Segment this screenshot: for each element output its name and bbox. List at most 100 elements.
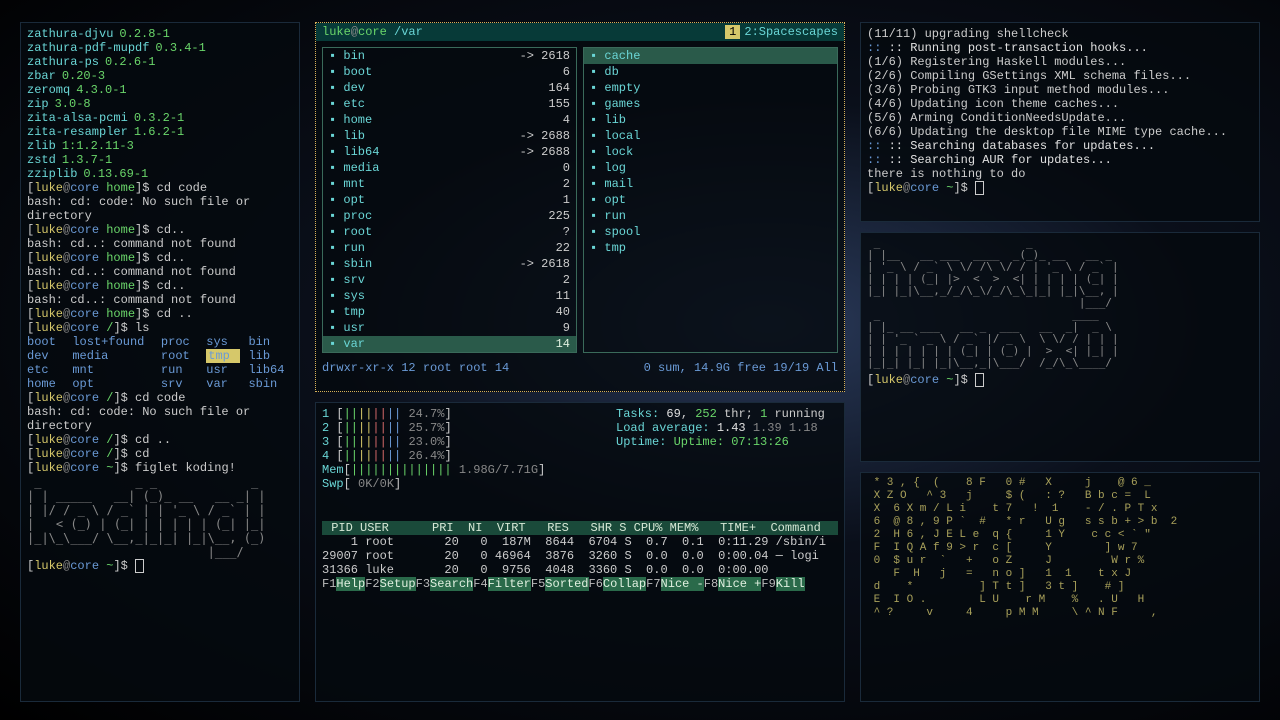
prompt-line: [luke@core ~]$ figlet koding!	[27, 461, 293, 475]
ranger-header: luke@core /var 12:Spacescapes	[316, 23, 844, 41]
ranger-row[interactable]: ▪ media0	[323, 160, 576, 176]
prompt-line: [luke@core home]$ cd..	[27, 223, 293, 237]
process-row[interactable]: 1 root 20 0 187M 8644 6704 S 0.7 0.1 0:1…	[322, 535, 838, 549]
ls-item: var	[206, 377, 240, 391]
package-line: zlib1:1.2.11-3	[27, 139, 293, 153]
package-line: zathura-djvu0.2.8-1	[27, 27, 293, 41]
ls-item: lib64	[248, 363, 293, 377]
ranger-row[interactable]: ▪ local	[584, 128, 837, 144]
package-line: zziplib0.13.69-1	[27, 167, 293, 181]
ranger-row[interactable]: ▪ tmp40	[323, 304, 576, 320]
prompt-line: [luke@core home]$ cd ..	[27, 307, 293, 321]
ranger-row[interactable]: ▪ run22	[323, 240, 576, 256]
ls-item: dev	[27, 349, 64, 363]
figlet-output: _ _ _ _ | | _____ __| (_)_ __ __ _| | | …	[27, 475, 293, 559]
ranger-row[interactable]: ▪ proc225	[323, 208, 576, 224]
ls-item: run	[161, 363, 198, 377]
ranger-row[interactable]: ▪ boot6	[323, 64, 576, 80]
matrix-output: * 3 , { ( 8 F 0 # X j @ 6 _ X Z O ^ 3 j …	[867, 477, 1253, 620]
htop-header[interactable]: PID USER PRI NI VIRT RES SHR S CPU% MEM%…	[322, 521, 838, 535]
ls-item: home	[27, 377, 64, 391]
prompt-line: [luke@core /]$ cd	[27, 447, 293, 461]
ls-item: srv	[161, 377, 198, 391]
ranger-row[interactable]: ▪ lib	[584, 112, 837, 128]
ranger-row[interactable]: ▪ db	[584, 64, 837, 80]
cursor-icon	[975, 181, 984, 195]
ranger-row[interactable]: ▪ lib-> 2688	[323, 128, 576, 144]
process-row[interactable]: 29007 root 20 0 46964 3876 3260 S 0.0 0.…	[322, 549, 838, 563]
terminal-pacman[interactable]: (11/11) upgrading shellcheck :: :: Runni…	[860, 22, 1260, 222]
htop-fkeys[interactable]: F1HelpF2SetupF3SearchF4FilterF5SortedF6C…	[322, 577, 838, 591]
ls-item: lib	[248, 349, 293, 363]
ls-item: mnt	[72, 363, 153, 377]
terminal-left[interactable]: zathura-djvu0.2.8-1zathura-pdf-mupdf0.3.…	[20, 22, 300, 702]
ranger-row[interactable]: ▪ sys11	[323, 288, 576, 304]
ranger-row[interactable]: ▪ var14	[323, 336, 576, 352]
ranger-row[interactable]: ▪ home4	[323, 112, 576, 128]
tab-2[interactable]: 2:Spacescapes	[744, 25, 838, 39]
ranger-file-manager[interactable]: luke@core /var 12:Spacescapes ▪ bin-> 26…	[315, 22, 845, 392]
terminal-figlet[interactable]: _ _ | |__ __ ___ ____ _(_)_ __ __ _ | '_…	[860, 232, 1260, 462]
tab-1[interactable]: 1	[725, 25, 740, 39]
ranger-column-right[interactable]: ▪ cache▪ db▪ empty▪ games▪ lib▪ local▪ l…	[583, 47, 838, 353]
ranger-row[interactable]: ▪ etc155	[323, 96, 576, 112]
ranger-row[interactable]: ▪ srv2	[323, 272, 576, 288]
prompt-line: [luke@core /]$ ls	[27, 321, 293, 335]
ranger-row[interactable]: ▪ bin-> 2618	[323, 48, 576, 64]
ranger-row[interactable]: ▪ opt1	[323, 192, 576, 208]
package-line: zip3.0-8	[27, 97, 293, 111]
ranger-row[interactable]: ▪ opt	[584, 192, 837, 208]
ls-item: tmp	[206, 349, 240, 363]
ranger-footer: drwxr-xr-x 12 root root 14 0 sum, 14.9G …	[316, 359, 844, 377]
process-row[interactable]: 31366 luke 20 0 9756 4048 3360 S 0.0 0.0…	[322, 563, 838, 577]
package-line: zathura-pdf-mupdf0.3.4-1	[27, 41, 293, 55]
ls-item: boot	[27, 335, 64, 349]
ls-item: sys	[206, 335, 240, 349]
cursor-icon	[975, 373, 984, 387]
hook-step: (3/6) Probing GTK3 input method modules.…	[867, 83, 1253, 97]
hook-step: (4/6) Updating icon theme caches...	[867, 97, 1253, 111]
ranger-row[interactable]: ▪ usr9	[323, 320, 576, 336]
ranger-row[interactable]: ▪ cache	[584, 48, 837, 64]
ranger-row[interactable]: ▪ root?	[323, 224, 576, 240]
hook-step: (1/6) Registering Haskell modules...	[867, 55, 1253, 69]
ranger-row[interactable]: ▪ dev164	[323, 80, 576, 96]
prompt-line: [luke@core home]$ cd..	[27, 251, 293, 265]
ranger-row[interactable]: ▪ mail	[584, 176, 837, 192]
prompt-line: [luke@core home]$ cd code	[27, 181, 293, 195]
package-line: zathura-ps0.2.6-1	[27, 55, 293, 69]
ranger-row[interactable]: ▪ mnt2	[323, 176, 576, 192]
package-line: zeromq4.3.0-1	[27, 83, 293, 97]
ls-item: media	[72, 349, 153, 363]
ranger-row[interactable]: ▪ tmp	[584, 240, 837, 256]
hook-step: (6/6) Updating the desktop file MIME typ…	[867, 125, 1253, 139]
ls-item: bin	[248, 335, 293, 349]
package-line: zita-resampler1.6.2-1	[27, 125, 293, 139]
ls-item: sbin	[248, 377, 293, 391]
ranger-row[interactable]: ▪ lib64-> 2688	[323, 144, 576, 160]
package-line: zita-alsa-pcmi0.3.2-1	[27, 111, 293, 125]
terminal-matrix[interactable]: * 3 , { ( 8 F 0 # X j @ 6 _ X Z O ^ 3 j …	[860, 472, 1260, 702]
ranger-row[interactable]: ▪ spool	[584, 224, 837, 240]
ranger-row[interactable]: ▪ log	[584, 160, 837, 176]
ranger-row[interactable]: ▪ lock	[584, 144, 837, 160]
cursor-icon	[135, 559, 144, 573]
ranger-row[interactable]: ▪ run	[584, 208, 837, 224]
package-line: zbar0.20-3	[27, 69, 293, 83]
cpu-bar: 4 [|||||||| 26.4%]	[322, 449, 838, 463]
ranger-row[interactable]: ▪ empty	[584, 80, 837, 96]
prompt-line: [luke@core home]$ cd..	[27, 279, 293, 293]
upgrade-line: (11/11) upgrading shellcheck	[867, 27, 1253, 41]
ranger-row[interactable]: ▪ games	[584, 96, 837, 112]
ls-item: usr	[206, 363, 240, 377]
ls-item: proc	[161, 335, 198, 349]
figlet-haxxing: _ _ | |__ __ ___ ____ _(_)_ __ __ _ | '_…	[867, 237, 1253, 369]
prompt[interactable]: [luke@core ~]$	[27, 559, 293, 573]
prompt-line: [luke@core /]$ cd ..	[27, 433, 293, 447]
ls-item: opt	[72, 377, 153, 391]
hook-step: (2/6) Compiling GSettings XML schema fil…	[867, 69, 1253, 83]
ranger-row[interactable]: ▪ sbin-> 2618	[323, 256, 576, 272]
ranger-column-left[interactable]: ▪ bin-> 2618▪ boot6▪ dev164▪ etc155▪ hom…	[322, 47, 577, 353]
htop[interactable]: 1 [|||||||| 24.7%] 2 [|||||||| 25.7%] 3 …	[315, 402, 845, 702]
htop-summary: Tasks: 69, 252 thr; 1 running Load avera…	[616, 407, 825, 449]
